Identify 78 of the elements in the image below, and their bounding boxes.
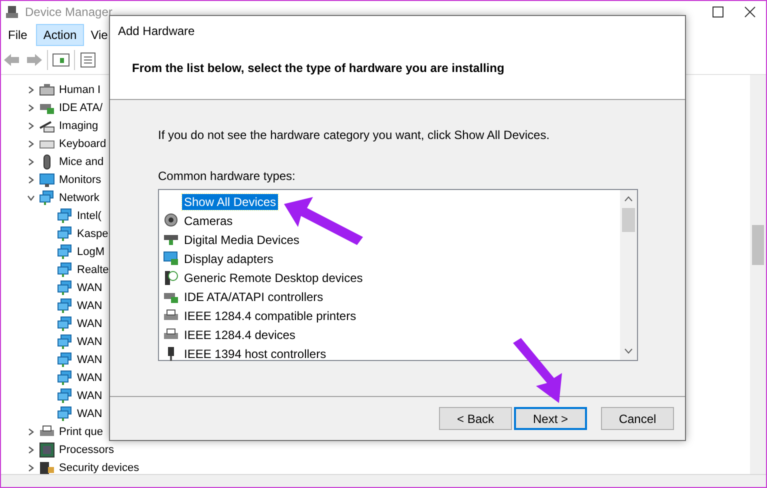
list-item[interactable]: IEEE 1394 host controllers [182, 346, 328, 362]
network-icon [57, 334, 73, 350]
tree-item[interactable]: WAN [77, 282, 102, 294]
tree-item[interactable]: Imaging [59, 120, 98, 132]
tree-item[interactable]: Intel( [77, 210, 102, 222]
forward-icon[interactable] [25, 52, 43, 68]
device-manager-icon [5, 5, 19, 19]
network-icon [57, 406, 73, 422]
network-icon [57, 208, 73, 224]
properties-icon[interactable] [79, 52, 97, 68]
back-button[interactable]: < Back [439, 407, 512, 430]
monitor-icon [39, 172, 55, 188]
menu-item[interactable]: File [1, 24, 34, 46]
tree-item[interactable]: Human I [59, 84, 101, 96]
tree-item[interactable]: Mice and [59, 156, 104, 168]
media-device-icon [163, 232, 179, 246]
tree-item[interactable]: WAN [77, 390, 102, 402]
console-tree-icon[interactable] [52, 52, 70, 68]
menu-item[interactable]: Action [36, 24, 84, 46]
network-icon [57, 370, 73, 386]
cancel-button[interactable]: Cancel [601, 407, 674, 430]
tree-item[interactable]: WAN [77, 300, 102, 312]
window-title: Device Manager [25, 5, 112, 19]
list-item[interactable]: Generic Remote Desktop devices [182, 270, 365, 286]
list-item[interactable]: IEEE 1284.4 devices [182, 326, 298, 342]
scroll-down-icon [624, 348, 633, 354]
tree-item[interactable]: Print que [59, 426, 104, 438]
network-icon [57, 226, 73, 242]
scrollbar[interactable] [750, 75, 766, 474]
tree-item[interactable]: Keyboard [59, 138, 106, 150]
security-chip-icon [39, 461, 55, 475]
display-adapter-icon [163, 251, 179, 266]
list-item[interactable]: Display adapters [182, 250, 276, 266]
webcam-icon [163, 212, 179, 228]
network-icon [57, 262, 73, 278]
dialog-title: Add Hardware [118, 24, 195, 38]
tree-item[interactable]: LogM [77, 246, 105, 258]
dialog-heading: From the list below, select the type of hardware you are installing [132, 60, 504, 74]
list-item[interactable]: Show All Devices [182, 194, 278, 210]
printer-icon [163, 328, 179, 342]
tree-item[interactable]: Realte [77, 264, 109, 276]
network-icon [57, 244, 73, 260]
scanner-icon [39, 119, 55, 133]
list-label: Common hardware types: [158, 169, 296, 183]
tree-item[interactable]: Monitors [59, 174, 102, 186]
back-icon[interactable] [3, 52, 21, 68]
network-icon [57, 280, 73, 296]
instruction-text: If you do not see the hardware category you want, click Show All Devices. [158, 128, 551, 142]
tree-item[interactable]: Processors [59, 444, 114, 456]
menu-item[interactable]: Vie [84, 24, 108, 46]
tree-item[interactable]: WAN [77, 408, 102, 420]
list-item[interactable]: IDE ATA/ATAPI controllers [182, 288, 326, 304]
list-item[interactable]: Digital Media Devices [182, 232, 302, 248]
network-icon [57, 388, 73, 404]
list-item[interactable]: Cameras [182, 212, 235, 228]
tree-item[interactable]: IDE ATA/ [59, 102, 103, 114]
tree-item[interactable]: WAN [77, 336, 102, 348]
printer-icon [163, 308, 179, 322]
scrollbar-thumb[interactable] [752, 225, 764, 265]
tree-item[interactable]: WAN [77, 318, 102, 330]
network-icon [57, 316, 73, 332]
tree-item[interactable]: Kaspe [77, 228, 108, 240]
hardware-list[interactable]: Show All Devices Cameras Digital Media Devices Display adapters Generic Remote Desktop devices IDE ATA/ATAPI controllers IEEE 1284.4 compatible printers IEEE 1284.4 devices IEEE 1394 host controllers [158, 189, 638, 361]
network-icon [57, 352, 73, 368]
annotation-arrow [513, 338, 562, 403]
remote-desktop-icon [163, 270, 179, 286]
tree-item[interactable]: Network [59, 192, 100, 204]
tree-item[interactable]: WAN [77, 372, 102, 384]
tree-item[interactable]: Security devices [59, 462, 140, 474]
scroll-up-icon [624, 196, 633, 202]
scrollbar-thumb[interactable] [622, 208, 635, 232]
network-icon [57, 298, 73, 314]
printer-icon [39, 425, 55, 439]
chip-icon [39, 442, 55, 458]
network-icon [39, 190, 55, 206]
tree-item[interactable]: WAN [77, 354, 102, 366]
list-item[interactable]: IEEE 1284.4 compatible printers [182, 308, 358, 324]
next-button[interactable]: Next > [514, 407, 587, 430]
